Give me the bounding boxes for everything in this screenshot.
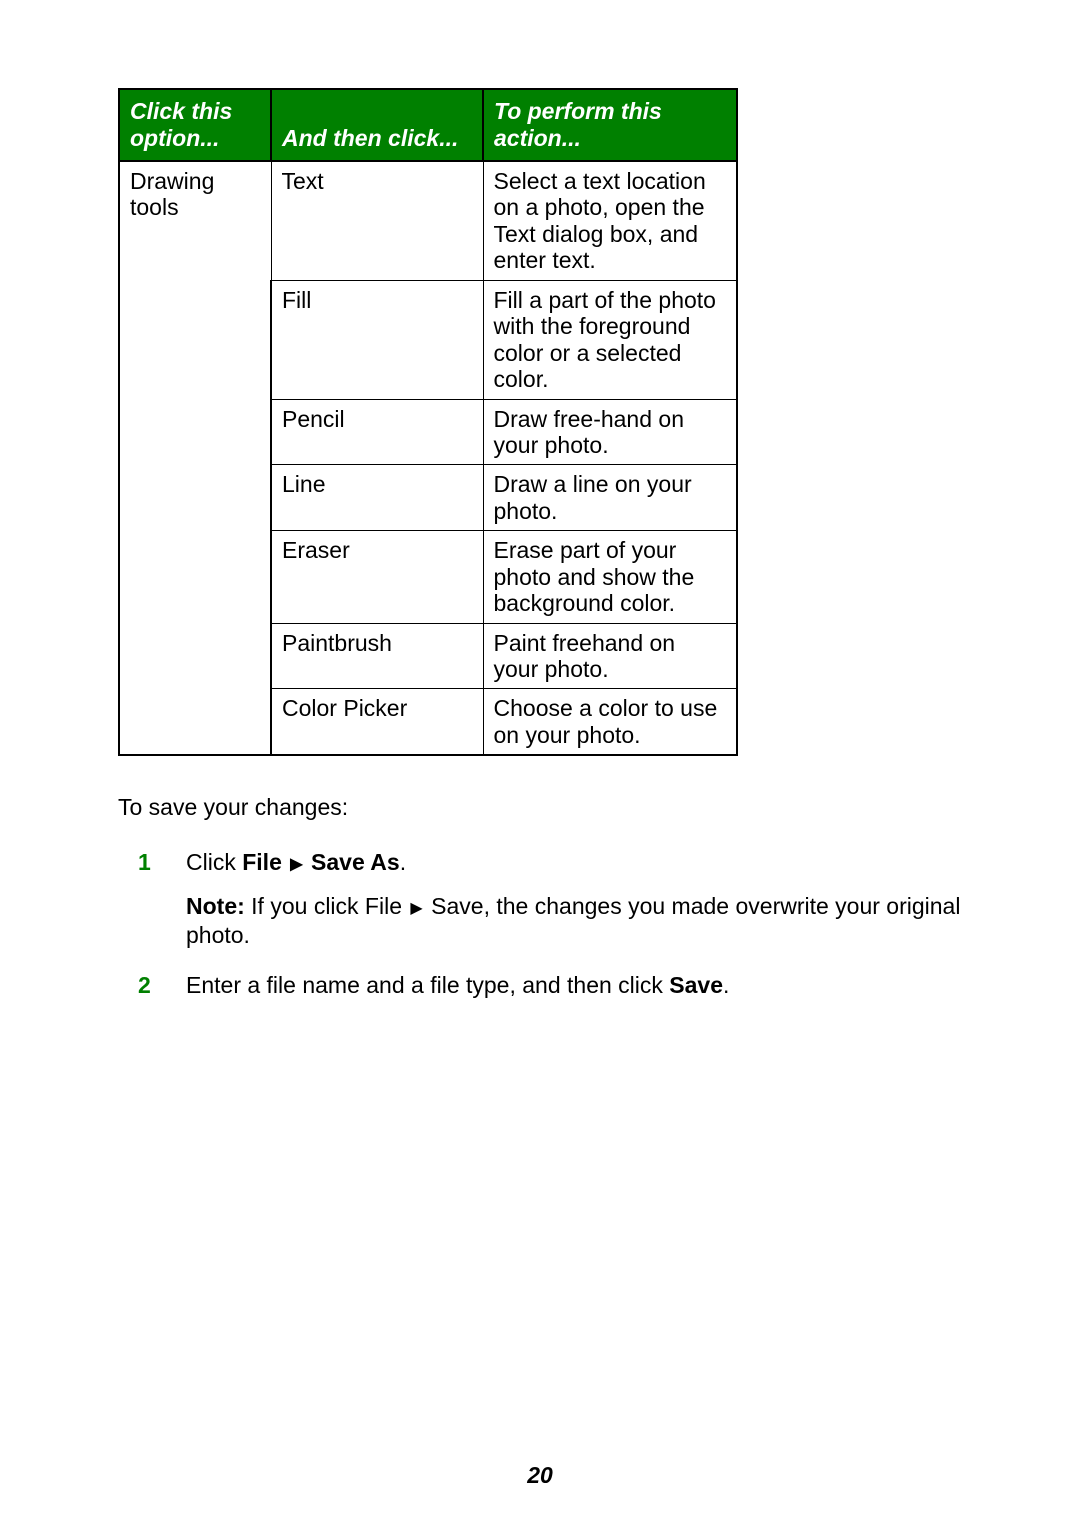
cell-action: Fill a part of the photo with the foregr… [483,280,737,399]
cell-click: Color Picker [271,689,483,755]
header-and-then-click: And then click... [271,89,483,161]
cell-click: Text [271,161,483,280]
header-click-option: Click this option... [119,89,271,161]
page-number: 20 [0,1462,1080,1489]
text: If you click File [245,893,409,919]
step-number: 2 [118,972,186,1015]
cell-action: Paint freehand on your photo. [483,623,737,689]
cell-action: Draw free-hand on your photo. [483,399,737,465]
header-action: To perform this action... [483,89,737,161]
save-intro: To save your changes: [118,794,962,821]
cell-action: Choose a color to use on your photo. [483,689,737,755]
cell-click: Fill [271,280,483,399]
step-body: Click File ▶ Save As. Note: If you click… [186,849,962,950]
text: Enter a file name and a file type, and t… [186,972,669,998]
step-1-text: Click File ▶ Save As. [186,849,962,876]
step-1: 1 Click File ▶ Save As. Note: If you cli… [118,849,962,950]
cell-action: Select a text location on a photo, open … [483,161,737,280]
document-page: Click this option... And then click... T… [0,0,1080,1529]
step-body: Enter a file name and a file type, and t… [186,972,962,1015]
menu-file: File [242,849,282,875]
note-label: Note: [186,893,245,919]
text: . [400,849,406,875]
step-2: 2 Enter a file name and a file type, and… [118,972,962,1015]
step-number: 1 [118,849,186,950]
table-row: Drawing tools Text Select a text locatio… [119,161,737,280]
drawing-tools-table: Click this option... And then click... T… [118,88,738,756]
cell-action: Erase part of your photo and show the ba… [483,531,737,623]
cell-click: Line [271,465,483,531]
steps-list: 1 Click File ▶ Save As. Note: If you cli… [118,849,962,1015]
cell-click: Pencil [271,399,483,465]
button-save: Save [669,972,723,998]
cell-group-label: Drawing tools [119,161,271,755]
cell-action: Draw a line on your photo. [483,465,737,531]
cell-click: Eraser [271,531,483,623]
table-header-row: Click this option... And then click... T… [119,89,737,161]
arrow-icon: ▶ [288,854,304,874]
menu-save-as: Save As [311,849,400,875]
save-instructions: To save your changes: 1 Click File ▶ Sav… [118,794,962,1015]
step-2-text: Enter a file name and a file type, and t… [186,972,962,999]
text: Click [186,849,242,875]
step-1-note: Note: If you click File ▶ Save, the chan… [186,892,962,950]
arrow-icon: ▶ [408,898,424,918]
text: . [723,972,729,998]
cell-click: Paintbrush [271,623,483,689]
